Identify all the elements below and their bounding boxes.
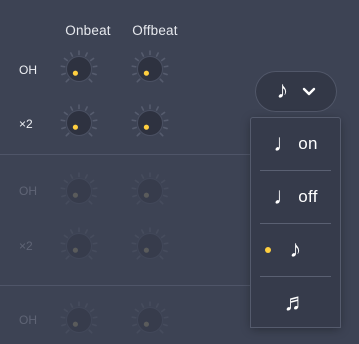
onbeat-oh-knob-disabled [55,167,103,215]
onbeat-oh-knob-disabled [55,296,103,344]
quarter-note-icon: ♩ [273,183,298,210]
row-label-x2: ×2 [19,117,33,131]
note-value-menu: ♩ on ♩ off ♪ ♬ [251,118,340,327]
menu-item-label: off [298,187,318,206]
offbeat-column-header: Offbeat [132,23,178,38]
menu-item-label: on [298,134,318,153]
section-divider [0,154,251,155]
menu-item-quarter-on[interactable]: ♩ on [251,118,340,170]
chevron-down-icon [302,87,315,96]
onbeat-x2-knob-disabled [55,222,103,270]
eighth-note-icon: ♪ [289,236,302,263]
menu-item-sixteenth[interactable]: ♬ [251,277,340,329]
offbeat-oh-knob-disabled [126,296,174,344]
selected-indicator [265,247,271,253]
row-label-oh: OH [19,63,37,77]
rhythm-panel: Onbeat Offbeat OH ×2 OH ×2 OH ♪ ♩ on ♩ o… [0,0,359,334]
offbeat-x2-knob-disabled [126,222,174,270]
onbeat-column-header: Onbeat [65,23,111,38]
eighth-note-icon: ♪ [276,76,289,104]
menu-item-eighth[interactable]: ♪ [251,224,340,276]
row-label-oh-disabled: OH [19,184,37,198]
note-value-dropdown[interactable]: ♪ [255,71,337,112]
onbeat-oh-knob[interactable] [55,45,103,93]
sixteenth-notes-icon: ♬ [283,289,308,316]
offbeat-x2-knob[interactable] [126,99,174,147]
quarter-note-icon: ♩ [273,130,298,157]
onbeat-x2-knob[interactable] [55,99,103,147]
menu-item-quarter-off[interactable]: ♩ off [251,171,340,223]
row-label-x2-disabled: ×2 [19,239,33,253]
row-label-oh-disabled: OH [19,313,37,327]
section-divider [0,285,251,286]
offbeat-oh-knob-disabled [126,167,174,215]
offbeat-oh-knob[interactable] [126,45,174,93]
